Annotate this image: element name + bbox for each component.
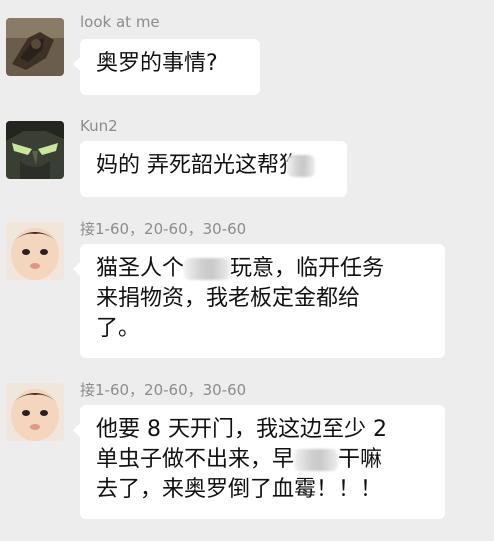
avatar[interactable] <box>6 121 64 179</box>
message-bubble[interactable]: 奥罗的事情? <box>73 39 260 95</box>
redaction-blur <box>294 449 339 471</box>
illidan-avatar-icon <box>6 121 64 179</box>
message-text: 单虫子做不出来，早 干嘛 <box>96 447 383 472</box>
baby-avatar-icon <box>6 222 64 280</box>
message-text: 妈的 弄死韶光这帮狗 <box>96 151 333 181</box>
hand-photo-avatar-icon <box>6 18 64 76</box>
sender-name: 接1-60，20-60，30-60 <box>80 381 247 399</box>
message-text: 了。 <box>96 316 141 341</box>
redaction-blur <box>184 258 231 280</box>
avatar[interactable] <box>6 222 64 280</box>
message-text: 猫圣人个 玩意，临开任务 <box>96 256 385 281</box>
sender-name: Kun2 <box>80 117 118 135</box>
message-bubble[interactable]: 妈的 弄死韶光这帮狗 <box>80 141 347 197</box>
avatar[interactable] <box>6 383 64 441</box>
redaction-blur <box>287 155 316 177</box>
avatar[interactable] <box>6 18 64 76</box>
message-text: 他要 8 天开门，我这边至少 2 <box>96 417 387 442</box>
message-text: 来捐物资，我老板定金都给 <box>96 286 361 311</box>
message-bubble[interactable]: 猫圣人个 玩意，临开任务 来捐物资，我老板定金都给 了。 <box>73 244 445 358</box>
baby-avatar-icon <box>6 383 64 441</box>
message-bubble[interactable]: 他要 8 天开门，我这边至少 2 单虫子做不出来，早 干嘛 去了，来奥罗倒了血霉！… <box>73 405 445 519</box>
sender-name: 接1-60，20-60，30-60 <box>80 220 247 238</box>
message-text: 奥罗的事情? <box>96 51 218 76</box>
sender-name: look at me <box>80 13 160 31</box>
message-text: 去了，来奥罗倒了血霉！！！ <box>96 477 383 502</box>
